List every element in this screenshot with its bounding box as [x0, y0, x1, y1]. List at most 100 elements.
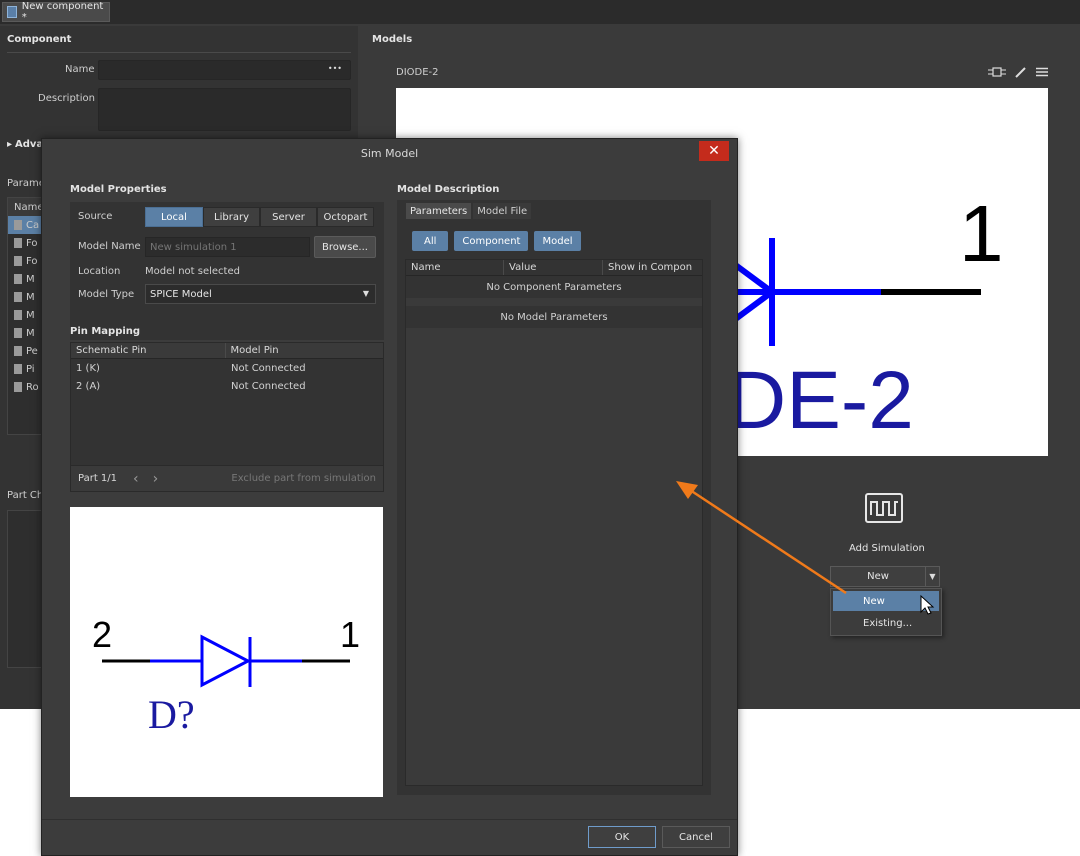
model-description-title: Model Description: [397, 184, 500, 195]
tab-parameters[interactable]: Parameters: [406, 203, 472, 219]
name-field[interactable]: •••: [98, 60, 351, 80]
model-name-input[interactable]: [145, 237, 310, 257]
no-model-params-row: No Model Parameters: [406, 306, 702, 328]
menu-item-existing[interactable]: Existing...: [833, 613, 939, 633]
filter-model-button[interactable]: Model: [534, 231, 581, 251]
parameters-table-header: Name Value Show in Compon: [406, 260, 702, 276]
header-model-pin[interactable]: Model Pin: [226, 343, 384, 358]
chevron-down-icon[interactable]: ▼: [925, 567, 939, 586]
add-simulation-label: Add Simulation: [849, 543, 925, 554]
menu-icon[interactable]: [1036, 67, 1048, 77]
list-item-label: M: [26, 327, 35, 339]
designator-text: D?: [148, 692, 195, 737]
edit-pencil-icon[interactable]: [1014, 66, 1026, 78]
file-icon: [14, 256, 22, 266]
model-type-select[interactable]: SPICE Model ▼: [145, 284, 376, 304]
menu-item-new[interactable]: New: [833, 591, 939, 611]
model-type-label: Model Type: [78, 289, 135, 300]
filter-all-button[interactable]: All: [412, 231, 449, 251]
source-label: Source: [78, 211, 113, 222]
no-component-params-row: No Component Parameters: [406, 276, 702, 298]
parameters-table: Name Value Show in Compon No Component P…: [405, 259, 703, 786]
preview-model-text: DE-2: [727, 355, 914, 446]
model-type-value: SPICE Model: [150, 288, 212, 300]
symbol-preview: 2 1 D?: [70, 507, 383, 797]
parameter-filter-buttons: All Component Model: [412, 231, 581, 251]
part-label: Part 1/1: [78, 473, 118, 484]
add-simulation-dropdown-value[interactable]: New: [831, 567, 925, 586]
prev-part-icon[interactable]: ‹: [133, 471, 139, 487]
source-local-button[interactable]: Local: [145, 207, 203, 227]
tab-model-file[interactable]: Model File: [473, 203, 532, 219]
preview-pin-number: 1: [959, 189, 1004, 278]
table-row[interactable]: 1 (K) Not Connected: [71, 359, 383, 377]
source-library-button[interactable]: Library: [203, 207, 260, 227]
more-options-icon[interactable]: •••: [328, 64, 342, 73]
part-navigator: Part 1/1 ‹ › Exclude part from simulatio…: [71, 465, 383, 491]
file-icon: [14, 274, 22, 284]
location-value: Model not selected: [145, 266, 240, 277]
chevron-down-icon: ▼: [362, 289, 369, 298]
name-label: Name: [65, 64, 95, 75]
list-item-label: Ca: [26, 219, 40, 231]
source-segmented-control: Local Library Server Octopart: [145, 207, 374, 227]
source-octopart-button[interactable]: Octopart: [317, 207, 374, 227]
file-icon: [14, 382, 22, 392]
model-properties-panel: Model Properties Source Local Library Se…: [64, 175, 384, 797]
table-row[interactable]: 2 (A) Not Connected: [71, 377, 383, 395]
parameters-section-title: Parame: [7, 178, 45, 189]
models-section-title: Models: [372, 34, 413, 45]
pin-left-number: 2: [92, 614, 113, 655]
source-server-button[interactable]: Server: [260, 207, 317, 227]
filter-component-button[interactable]: Component: [454, 231, 529, 251]
sim-model-dialog: Sim Model ✕ Model Properties Source Loca…: [41, 138, 738, 856]
header-name[interactable]: Name: [406, 260, 504, 275]
model-description-panel: Model Description Parameters Model File …: [397, 175, 711, 797]
file-icon: [14, 328, 22, 338]
file-icon: [14, 220, 22, 230]
description-label: Description: [38, 93, 95, 104]
pin-right-number: 1: [340, 614, 361, 655]
caret-right-icon: ▸: [7, 139, 13, 150]
next-part-icon[interactable]: ›: [153, 471, 159, 487]
document-icon: [7, 6, 17, 18]
list-item-label: Pi: [26, 363, 35, 375]
browse-button[interactable]: Browse...: [314, 236, 376, 258]
simulation-waveform-icon: [865, 493, 903, 523]
exclude-part-checkbox[interactable]: Exclude part from simulation: [231, 473, 376, 484]
model-pin-cell[interactable]: Not Connected: [226, 363, 306, 374]
model-name-label: Model Name: [78, 241, 141, 252]
list-item-label: Fo: [26, 237, 38, 249]
component-section-title: Component: [7, 34, 72, 45]
list-item-label: M: [26, 309, 35, 321]
diode-symbol: [102, 634, 350, 688]
dialog-footer: OK Cancel: [42, 819, 737, 855]
pin-mapping-title: Pin Mapping: [70, 326, 141, 337]
cancel-button[interactable]: Cancel: [662, 826, 730, 848]
description-tabs: Parameters Model File: [406, 203, 532, 219]
header-value[interactable]: Value: [504, 260, 603, 275]
list-item-label: Ro: [26, 381, 39, 393]
model-pin-cell[interactable]: Not Connected: [226, 381, 306, 392]
document-tab-bar: New component *: [0, 0, 1080, 24]
ok-button[interactable]: OK: [588, 826, 656, 848]
add-simulation-dropdown[interactable]: New ▼: [830, 566, 940, 587]
header-schematic-pin[interactable]: Schematic Pin: [71, 343, 226, 358]
table-spacer: [406, 298, 702, 306]
file-icon: [14, 238, 22, 248]
document-tab[interactable]: New component *: [2, 1, 110, 23]
model-name-label: DIODE-2: [396, 67, 439, 78]
divider: [7, 52, 351, 53]
list-item-label: M: [26, 291, 35, 303]
document-tab-label: New component *: [21, 1, 104, 23]
pins-icon[interactable]: [988, 66, 1006, 78]
list-item-label: Pe: [26, 345, 38, 357]
list-item-label: Fo: [26, 255, 38, 267]
file-icon: [14, 364, 22, 374]
description-field[interactable]: [98, 88, 351, 131]
close-icon[interactable]: ✕: [699, 141, 729, 161]
dialog-title-bar: Sim Model: [42, 139, 737, 167]
schematic-pin-cell: 2 (A): [76, 380, 101, 392]
file-icon: [14, 310, 22, 320]
header-show-in-component[interactable]: Show in Compon: [603, 260, 702, 275]
